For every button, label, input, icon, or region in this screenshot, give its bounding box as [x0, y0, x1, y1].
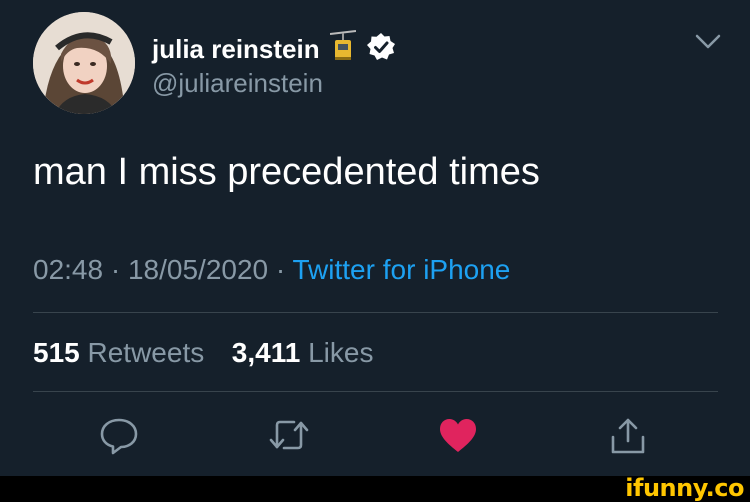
retweets-label: Retweets: [87, 337, 205, 368]
bottom-bar: ifunny.co: [0, 474, 750, 502]
likes-stat[interactable]: 3,411 Likes: [232, 337, 374, 368]
tweet-meta: 02:48 · 18/05/2020 · Twitter for iPhone: [33, 254, 510, 286]
meta-separator: ·: [275, 254, 293, 285]
heart-icon[interactable]: [438, 417, 478, 460]
avatar-photo: [33, 12, 135, 114]
tweet-date[interactable]: 18/05/2020: [128, 254, 268, 285]
likes-label: Likes: [308, 337, 374, 368]
tweet-text: man I miss precedented times: [33, 151, 540, 193]
avatar[interactable]: [33, 12, 135, 114]
author-handle[interactable]: @juliareinstein: [152, 68, 323, 99]
aerial-tramway-icon: [329, 30, 356, 69]
meta-separator: ·: [110, 254, 128, 285]
retweets-stat[interactable]: 515 Retweets: [33, 337, 204, 368]
tweet-time[interactable]: 02:48: [33, 254, 103, 285]
divider: [33, 312, 718, 313]
divider: [33, 391, 718, 392]
likes-count: 3,411: [231, 337, 301, 368]
retweets-count: 515: [33, 337, 80, 368]
reply-icon[interactable]: [99, 417, 139, 460]
verified-badge-icon: [366, 32, 396, 67]
watermark: ifunny.co: [625, 474, 744, 502]
author-name-row: julia reinstein: [152, 30, 396, 69]
tweet-stats: 515 Retweets 3,411 Likes: [33, 337, 373, 369]
retweet-icon[interactable]: [268, 417, 310, 458]
share-icon[interactable]: [608, 417, 648, 460]
chevron-down-icon[interactable]: [694, 33, 722, 56]
author-name[interactable]: julia reinstein: [152, 34, 320, 65]
tweet-source[interactable]: Twitter for iPhone: [293, 254, 511, 285]
